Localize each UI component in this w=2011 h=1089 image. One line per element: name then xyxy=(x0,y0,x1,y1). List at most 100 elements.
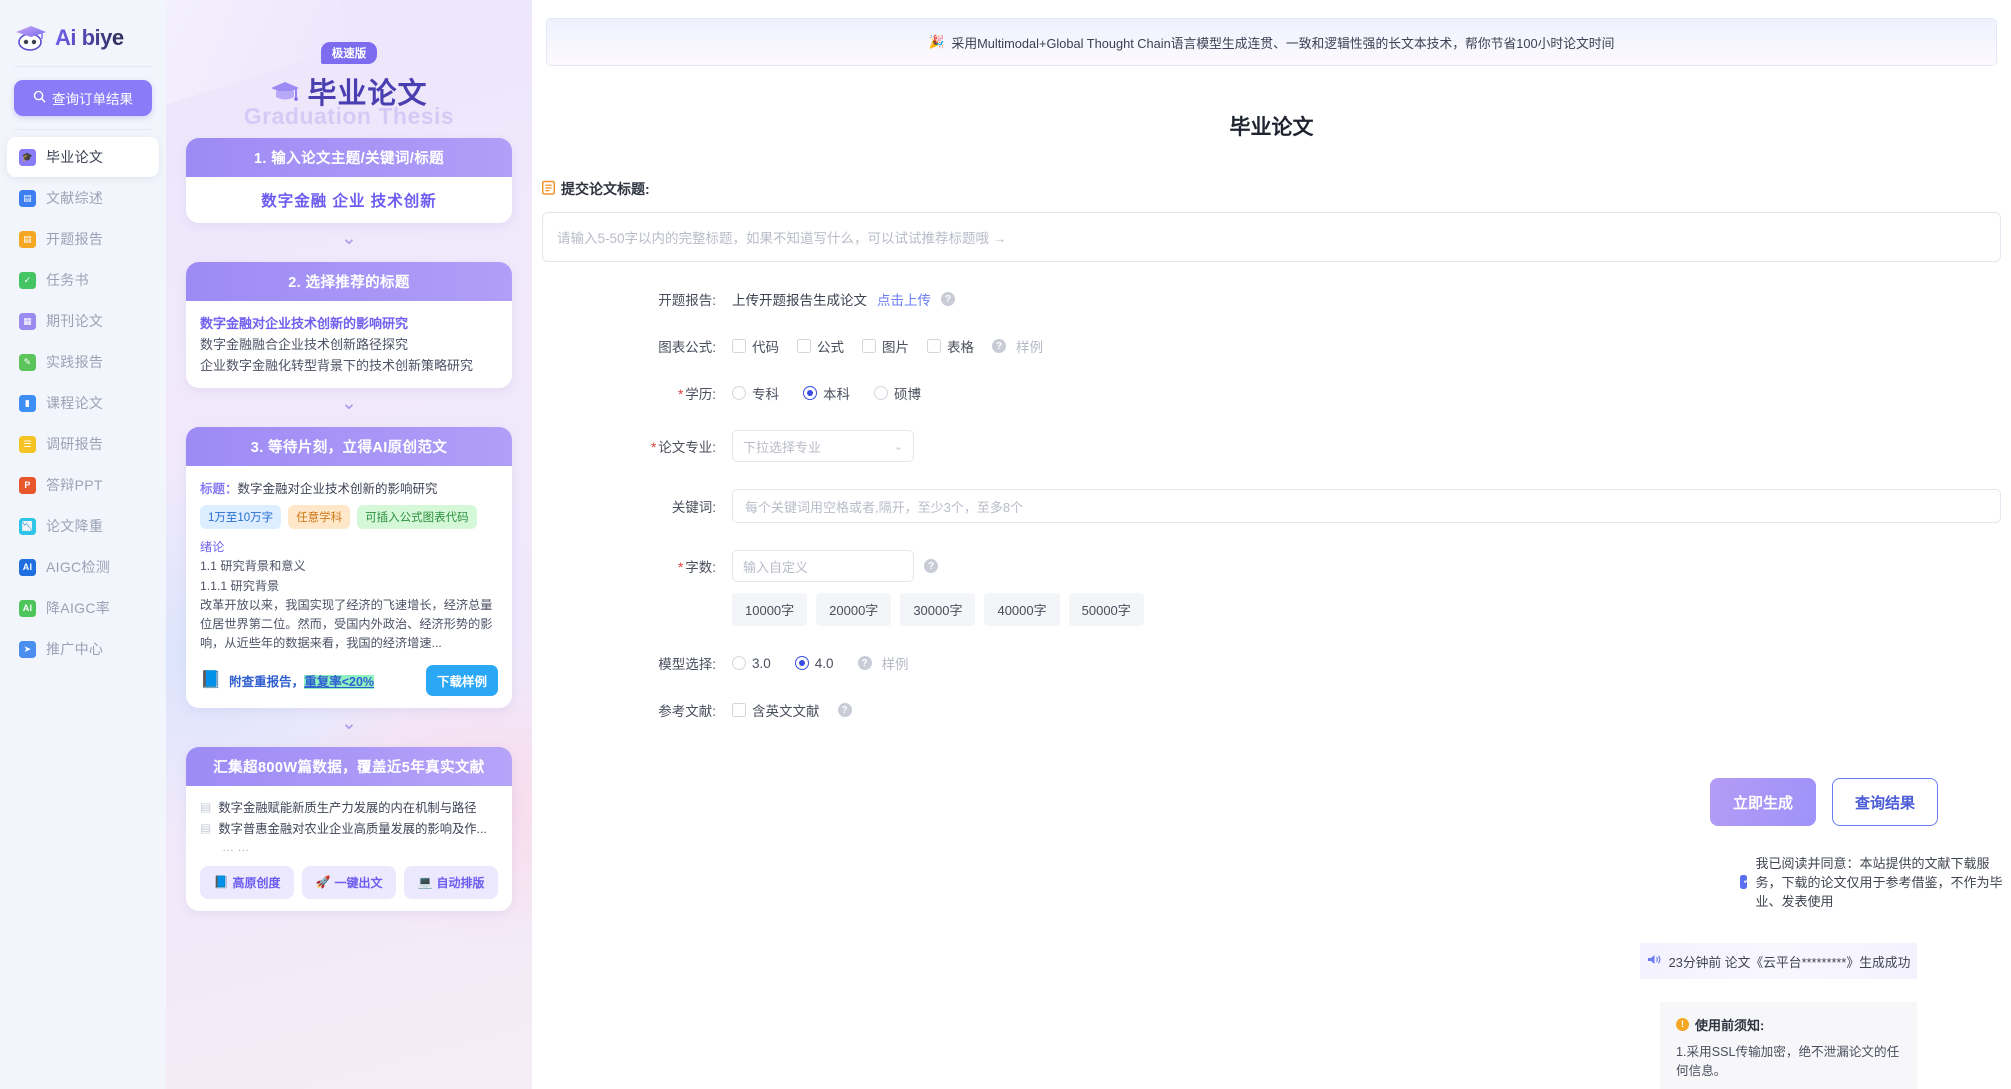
radio-0 xyxy=(732,386,746,400)
feature-auto-format[interactable]: 💻 自动排版 xyxy=(404,866,498,899)
major-select[interactable]: 下拉选择专业 ⌄ xyxy=(732,430,914,462)
step3-head: 3. 等待片刻，立得AI原创范文 xyxy=(186,427,512,466)
document-icon: ▤ xyxy=(200,800,211,814)
query-result-button[interactable]: 查询结果 xyxy=(1832,778,1938,826)
question-icon-proposal[interactable]: ? xyxy=(941,292,955,306)
recommended-title-1[interactable]: 数字金融对企业技术创新的影响研究 xyxy=(200,313,498,334)
wordcount-preset-50000字[interactable]: 50000字 xyxy=(1069,593,1144,626)
promo-badge: 极速版 xyxy=(321,42,377,64)
agreement-checkbox-row[interactable]: 我已阅读并同意：本站提供的文献下载服务，下载的论文仅用于参考借鉴，不作为毕业、发… xyxy=(1740,853,2011,910)
checkbox-box-1 xyxy=(797,339,811,353)
download-sample-button[interactable]: 下载样例 xyxy=(426,665,498,696)
references-english-checkbox[interactable]: 含英文文献 xyxy=(732,700,820,720)
wordcount-preset-10000字[interactable]: 10000字 xyxy=(732,593,807,626)
sidebar-item-label-4: 期刊论文 xyxy=(46,311,103,331)
charts-option-公式[interactable]: 公式 xyxy=(797,336,844,356)
sidebar-item-11[interactable]: AI降AIGC率 xyxy=(7,588,159,628)
usage-notes-head: ! 使用前须知: xyxy=(1676,1015,1901,1034)
chart-cyan-icon: 📉 xyxy=(19,518,36,535)
feature-label-1: 高原创度 xyxy=(232,874,280,891)
charts-option-label-2: 图片 xyxy=(882,336,909,356)
speaker-icon xyxy=(1647,953,1662,969)
thesis-title-placeholder: 请输入5-50字以内的完整标题，如果不知道写什么，可以试试推荐标题哦 → xyxy=(557,227,1006,247)
sidebar-item-10[interactable]: AIAIGC检测 xyxy=(7,547,159,587)
promo-subtitle-en: Graduation Thesis xyxy=(186,103,512,130)
question-icon-charts[interactable]: ? xyxy=(992,339,1006,353)
keywords-input[interactable]: 每个关键词用空格或者,隔开，至少3个，至多8个 xyxy=(732,489,2001,523)
field-proposal: 开题报告: 上传开题报告生成论文 点击上传 ? xyxy=(532,289,2011,309)
sidebar-item-4[interactable]: ▦ 期刊论文 xyxy=(7,301,159,341)
question-icon-model[interactable]: ? xyxy=(858,656,872,670)
feature-one-click[interactable]: 🚀 一键出文 xyxy=(302,866,396,899)
checklist-green-icon: ✓ xyxy=(19,272,36,289)
question-icon-wordcount[interactable]: ? xyxy=(924,559,938,573)
wordcount-preset-30000字[interactable]: 30000字 xyxy=(900,593,975,626)
sidebar-item-label-1: 文献综述 xyxy=(46,188,103,208)
report-rate: 重复率<20% xyxy=(304,675,374,689)
sidebar-item-8[interactable]: P答辩PPT xyxy=(7,465,159,505)
promo-tag-wordcount: 1万至10万字 xyxy=(200,505,281,529)
promo-tag-formula: 可插入公式图表代码 xyxy=(357,505,477,529)
charts-sample-link[interactable]: 样例 xyxy=(1016,336,1043,356)
generate-button[interactable]: 立即生成 xyxy=(1710,778,1816,826)
sidebar-item-label-12: 推广中心 xyxy=(46,639,103,659)
sidebar-item-label-7: 调研报告 xyxy=(46,434,103,454)
checkbox-box-english xyxy=(732,703,746,717)
model-sample-link[interactable]: 样例 xyxy=(882,653,909,673)
charts-option-图片[interactable]: 图片 xyxy=(862,336,909,356)
graduation-cap-icon xyxy=(270,79,300,103)
sidebar-item-label-2: 开题报告 xyxy=(46,229,103,249)
book-blue-icon: ▤ xyxy=(19,190,36,207)
recommended-title-3[interactable]: 企业数字金融化转型背景下的技术创新策略研究 xyxy=(200,355,498,376)
sidebar-item-2[interactable]: ▤开题报告 xyxy=(7,219,159,259)
agreement-checkbox[interactable] xyxy=(1740,875,1747,889)
query-order-button[interactable]: 查询订单结果 xyxy=(14,80,152,116)
charts-option-表格[interactable]: 表格 xyxy=(927,336,974,356)
degree-option-专科[interactable]: 专科 xyxy=(732,383,779,403)
wordcount-preset-20000字[interactable]: 20000字 xyxy=(816,593,891,626)
sidebar-item-7[interactable]: ☰调研报告 xyxy=(7,424,159,464)
field-keywords: 关键词: 每个关键词用空格或者,隔开，至少3个，至多8个 xyxy=(532,489,2011,523)
sidebar-item-6[interactable]: ▮课程论文 xyxy=(7,383,159,423)
literature-label-1: 数字金融赋能新质生产力发展的内在机制与路径 xyxy=(218,798,476,816)
literature-label-2: 数字普惠金融对农业企业高质量发展的影响及作... xyxy=(218,819,487,837)
degree-option-硕博[interactable]: 硕博 xyxy=(874,383,921,403)
charts-option-label-0: 代码 xyxy=(752,336,779,356)
wordcount-preset-40000字[interactable]: 40000字 xyxy=(984,593,1059,626)
feature-originality[interactable]: 📘 高原创度 xyxy=(200,866,294,899)
field-degree: *学历: 专科本科硕博 xyxy=(532,383,2011,403)
sidebar-item-label-8: 答辩PPT xyxy=(46,475,103,495)
recommended-title-2[interactable]: 数字金融融合企业技术创新路径探究 xyxy=(200,334,498,355)
brand-logo[interactable]: Ai biye xyxy=(0,0,166,58)
sidebar-item-3[interactable]: ✓任务书 xyxy=(7,260,159,300)
degree-option-本科[interactable]: 本科 xyxy=(803,383,850,403)
sidebar-item-label-5: 实践报告 xyxy=(46,352,103,372)
journal-purple-icon: ▦ xyxy=(19,313,36,330)
sidebar-item-5[interactable]: ✎实践报告 xyxy=(7,342,159,382)
references-option-label: 含英文文献 xyxy=(752,700,820,720)
charts-option-代码[interactable]: 代码 xyxy=(732,336,779,356)
laptop-icon: 💻 xyxy=(418,875,433,889)
model-option-4.0[interactable]: 4.0 xyxy=(795,656,834,671)
model-option-3.0[interactable]: 3.0 xyxy=(732,656,771,671)
plagiarism-report-link[interactable]: 附查重报告，重复率<20% xyxy=(229,671,374,690)
sidebar-item-1[interactable]: ▤ 文献综述 xyxy=(7,178,159,218)
confetti-icon: 🎉 xyxy=(929,34,945,50)
wordcount-label: *字数: xyxy=(532,556,732,576)
promo-title-block: 毕业论文 Graduation Thesis xyxy=(186,70,512,124)
book-closed-blue-icon: ▮ xyxy=(19,395,36,412)
upload-proposal-link[interactable]: 点击上传 xyxy=(877,289,931,309)
graduation-cap-robot-logo-icon xyxy=(14,24,48,52)
wordcount-input[interactable]: 输入自定义 xyxy=(732,550,914,582)
literature-ellipsis: … … xyxy=(222,840,498,854)
sidebar-item-0[interactable]: 🎓毕业论文 xyxy=(7,137,159,177)
question-icon-references[interactable]: ? xyxy=(838,703,852,717)
submit-title-section-label: 提交论文标题: xyxy=(542,179,2011,199)
query-order-label: 查询订单结果 xyxy=(52,88,133,108)
sidebar-item-12[interactable]: ➤推广中心 xyxy=(7,629,159,669)
checkbox-box-2 xyxy=(862,339,876,353)
promo-step-1: 1. 输入论文主题/关键词/标题 数字金融 企业 技术创新 xyxy=(186,138,512,223)
warning-icon: ! xyxy=(1676,1018,1689,1031)
sidebar-item-9[interactable]: 📉论文降重 xyxy=(7,506,159,546)
thesis-title-input[interactable]: 请输入5-50字以内的完整标题，如果不知道写什么，可以试试推荐标题哦 → xyxy=(542,212,2001,262)
